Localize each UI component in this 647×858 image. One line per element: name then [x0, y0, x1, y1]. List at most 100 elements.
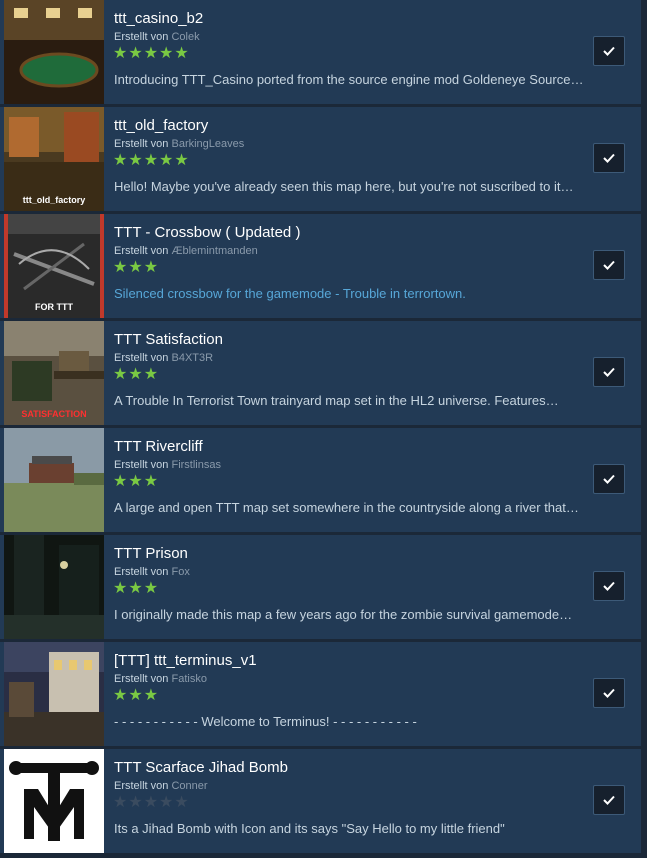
- item-description: Silenced crossbow for the gamemode - Tro…: [114, 286, 466, 301]
- author-name-link[interactable]: Firstlinsas: [171, 459, 221, 471]
- author-name-link[interactable]: Colek: [171, 31, 199, 43]
- created-by-label: Erstellt von: [114, 245, 169, 257]
- author-name-link[interactable]: B4XT3R: [171, 352, 213, 364]
- star-filled-icon: ★: [128, 473, 144, 490]
- author-name-link[interactable]: Æblemintmanden: [171, 245, 257, 257]
- star-filled-icon: ★: [113, 473, 129, 490]
- thumbnail-caption: SATISFACTION: [21, 409, 87, 419]
- item-thumbnail[interactable]: FOR TTT: [4, 214, 104, 318]
- subscribe-toggle-button[interactable]: [593, 678, 625, 708]
- item-author: Erstellt von Fatisko: [114, 673, 207, 685]
- star-filled-icon: ★: [143, 152, 160, 169]
- star-rating: ★★★: [113, 365, 159, 385]
- item-author: Erstellt von Æblemintmanden: [114, 245, 258, 257]
- item-title[interactable]: [TTT] ttt_terminus_v1: [114, 652, 257, 669]
- star-filled-icon: ★: [113, 152, 129, 169]
- thumbnail-caption: ttt_old_factory: [22, 195, 86, 205]
- star-filled-icon: ★: [128, 259, 144, 276]
- item-title[interactable]: TTT Rivercliff: [114, 438, 203, 455]
- item-author: Erstellt von Conner: [114, 780, 208, 792]
- workshop-item[interactable]: FOR TTT TTT - Crossbow ( Updated ) Erstell…: [0, 214, 641, 321]
- item-thumbnail[interactable]: [4, 428, 104, 532]
- star-rating: ★★★: [113, 472, 159, 492]
- created-by-label: Erstellt von: [114, 31, 169, 43]
- star-filled-icon: ★: [143, 366, 160, 383]
- checkmark-icon: [603, 257, 615, 273]
- author-name-link[interactable]: Fatisko: [171, 673, 206, 685]
- star-empty-icon: ★: [113, 794, 129, 811]
- created-by-label: Erstellt von: [114, 566, 169, 578]
- star-filled-icon: ★: [113, 259, 129, 276]
- item-description: Its a Jihad Bomb with Icon and its says …: [114, 821, 505, 836]
- subscribe-toggle-button[interactable]: [593, 571, 625, 601]
- item-thumbnail[interactable]: [4, 535, 104, 639]
- workshop-item[interactable]: TTT Scarface Jihad Bomb Erstellt von Conn…: [0, 749, 641, 856]
- star-filled-icon: ★: [128, 152, 144, 169]
- item-description: Introducing TTT_Casino ported from the s…: [114, 72, 584, 87]
- star-filled-icon: ★: [128, 366, 144, 383]
- star-filled-icon: ★: [159, 152, 175, 169]
- item-description: A Trouble In Terrorist Town trainyard ma…: [114, 393, 559, 408]
- item-author: Erstellt von Colek: [114, 31, 200, 43]
- item-title[interactable]: ttt_old_factory: [114, 117, 208, 134]
- item-title[interactable]: TTT Scarface Jihad Bomb: [114, 759, 288, 776]
- item-thumbnail[interactable]: [4, 749, 104, 853]
- item-description: Hello! Maybe you've already seen this ma…: [114, 179, 574, 194]
- star-filled-icon: ★: [113, 366, 129, 383]
- star-rating: ★★★: [113, 579, 159, 599]
- checkmark-icon: [603, 471, 615, 487]
- star-filled-icon: ★: [143, 259, 160, 276]
- author-name-link[interactable]: Fox: [171, 566, 189, 578]
- item-thumbnail[interactable]: [4, 642, 104, 746]
- item-description: - - - - - - - - - - - Welcome to Terminu…: [114, 714, 417, 729]
- workshop-item[interactable]: ttt_old_factory ttt_old_factory Erstellt v…: [0, 107, 641, 214]
- checkmark-icon: [603, 685, 615, 701]
- item-thumbnail[interactable]: SATISFACTION: [4, 321, 104, 425]
- item-description: I originally made this map a few years a…: [114, 607, 573, 622]
- star-filled-icon: ★: [143, 580, 160, 597]
- star-filled-icon: ★: [113, 687, 129, 704]
- created-by-label: Erstellt von: [114, 352, 169, 364]
- star-filled-icon: ★: [128, 687, 144, 704]
- star-rating: ★★★★★: [113, 151, 190, 171]
- star-filled-icon: ★: [143, 687, 160, 704]
- workshop-item[interactable]: TTT Prison Erstellt von Fox ★★★ I originall…: [0, 535, 641, 642]
- created-by-label: Erstellt von: [114, 673, 169, 685]
- star-empty-icon: ★: [128, 794, 144, 811]
- checkmark-icon: [603, 43, 615, 59]
- author-name-link[interactable]: Conner: [171, 780, 207, 792]
- item-thumbnail[interactable]: [4, 0, 104, 104]
- thumbnail-caption: FOR TTT: [35, 302, 73, 312]
- star-filled-icon: ★: [143, 473, 160, 490]
- item-title[interactable]: TTT Satisfaction: [114, 331, 223, 348]
- workshop-item[interactable]: SATISFACTION TTT Satisfaction Erstellt von…: [0, 321, 641, 428]
- item-title[interactable]: TTT Prison: [114, 545, 188, 562]
- star-empty-icon: ★: [174, 794, 190, 811]
- star-empty-icon: ★: [159, 794, 175, 811]
- subscribe-toggle-button[interactable]: [593, 357, 625, 387]
- star-rating: ★★★: [113, 258, 159, 278]
- star-filled-icon: ★: [143, 45, 160, 62]
- checkmark-icon: [603, 150, 615, 166]
- item-title[interactable]: TTT - Crossbow ( Updated ): [114, 224, 300, 241]
- star-rating: ★★★★★: [113, 44, 190, 64]
- workshop-item[interactable]: ttt_casino_b2 Erstellt von Colek ★★★★★ Intr…: [0, 0, 641, 107]
- star-filled-icon: ★: [128, 580, 144, 597]
- item-thumbnail[interactable]: ttt_old_factory: [4, 107, 104, 211]
- subscribe-toggle-button[interactable]: [593, 464, 625, 494]
- subscribe-toggle-button[interactable]: [593, 250, 625, 280]
- item-title[interactable]: ttt_casino_b2: [114, 10, 203, 27]
- star-rating: ★★★: [113, 686, 159, 706]
- checkmark-icon: [603, 578, 615, 594]
- subscribe-toggle-button[interactable]: [593, 785, 625, 815]
- author-name-link[interactable]: BarkingLeaves: [171, 138, 244, 150]
- created-by-label: Erstellt von: [114, 780, 169, 792]
- workshop-item[interactable]: [TTT] ttt_terminus_v1 Erstellt von Fatisk…: [0, 642, 641, 749]
- workshop-item[interactable]: TTT Rivercliff Erstellt von Firstlinsas ★★…: [0, 428, 641, 535]
- star-filled-icon: ★: [159, 45, 175, 62]
- subscribe-toggle-button[interactable]: [593, 36, 625, 66]
- subscribe-toggle-button[interactable]: [593, 143, 625, 173]
- star-filled-icon: ★: [128, 45, 144, 62]
- created-by-label: Erstellt von: [114, 459, 169, 471]
- star-filled-icon: ★: [174, 45, 190, 62]
